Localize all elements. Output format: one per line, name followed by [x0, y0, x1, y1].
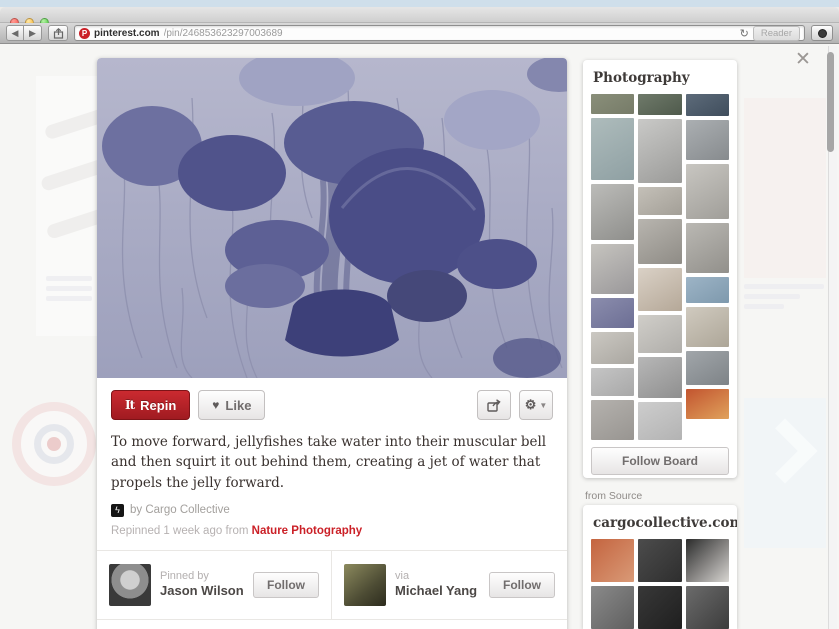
pinner-section: Pinned by Jason Wilson Follow via Michae…: [97, 551, 567, 619]
board-thumbnail[interactable]: [686, 277, 729, 303]
board-thumbnail[interactable]: [686, 351, 729, 385]
repin-button[interactable]: Ⅰt Repin: [111, 390, 190, 420]
pinned-by-block[interactable]: Pinned by Jason Wilson Follow: [97, 551, 332, 619]
address-bar[interactable]: P pinterest.com /pin/246853623297003689 …: [74, 25, 805, 41]
pinner-avatar[interactable]: [109, 564, 151, 606]
board-thumbnail[interactable]: [686, 389, 729, 419]
send-pin-button[interactable]: [477, 390, 511, 420]
board-thumbnail[interactable]: [638, 187, 681, 215]
back-button[interactable]: ◀: [6, 25, 24, 41]
bolt-icon: ϟ: [111, 504, 124, 517]
like-button[interactable]: ♥ Like: [198, 390, 265, 420]
board-thumbnail[interactable]: [591, 298, 634, 328]
window-titlebar[interactable]: [0, 7, 839, 23]
scrollbar-thumb[interactable]: [827, 52, 834, 152]
extension-button[interactable]: [811, 25, 833, 41]
via-block[interactable]: via Michael Yang Follow: [332, 551, 567, 619]
source-title[interactable]: cargocollective.com: [593, 515, 727, 531]
board-thumbnail[interactable]: [638, 357, 681, 398]
from-source-label: from Source: [585, 490, 642, 502]
scrollbar-track[interactable]: [828, 46, 837, 629]
pin-description: To move forward, jellyfishes take water …: [97, 430, 567, 493]
source-grid: [591, 539, 729, 629]
extension-icon: [818, 29, 827, 38]
pin-options-button[interactable]: ⚙▼: [519, 390, 553, 420]
source-thumbnail[interactable]: [638, 586, 681, 629]
board-thumbnail[interactable]: [591, 368, 634, 396]
board-thumbnail[interactable]: [638, 402, 681, 440]
url-domain: pinterest.com: [94, 28, 160, 39]
repinned-line: Repinned 1 week ago from Nature Photogra…: [111, 525, 553, 537]
board-thumbnail[interactable]: [686, 307, 729, 347]
heart-icon: ♥: [212, 398, 219, 412]
follow-pinner-button[interactable]: Follow: [253, 572, 319, 598]
board-thumbnail[interactable]: [638, 268, 681, 311]
pin-icon: Ⅰt: [125, 398, 134, 412]
pinner-name[interactable]: Jason Wilson: [160, 583, 244, 600]
board-thumbnail[interactable]: [591, 400, 634, 440]
reader-button[interactable]: Reader: [753, 26, 800, 41]
via-label: via: [395, 569, 477, 583]
pin-action-bar: Ⅰt Repin ♥ Like ⚙▼: [97, 378, 567, 430]
browser-toolbar: ◀ ▶ P pinterest.com /pin/246853623297003…: [0, 23, 839, 44]
board-thumbnail[interactable]: [686, 94, 729, 116]
board-thumbnail[interactable]: [591, 118, 634, 180]
via-avatar[interactable]: [344, 564, 386, 606]
follow-via-button[interactable]: Follow: [489, 572, 555, 598]
board-thumbnail[interactable]: [591, 244, 634, 294]
pin-detail-card: Ⅰt Repin ♥ Like ⚙▼ To move forward, jell…: [97, 58, 567, 629]
board-thumbnail[interactable]: [638, 119, 681, 183]
share-arrow-icon: [487, 399, 501, 412]
repin-label: Repin: [140, 398, 176, 413]
source-thumbnail[interactable]: [638, 539, 681, 582]
screenshot-root: ◀ ▶ P pinterest.com /pin/246853623297003…: [0, 0, 839, 629]
attribution-text: by Cargo Collective: [130, 504, 230, 516]
board-title[interactable]: Photography: [593, 70, 727, 86]
pinterest-favicon: P: [79, 28, 90, 39]
source-thumbnail[interactable]: [591, 539, 634, 582]
board-thumbnail[interactable]: [686, 164, 729, 219]
forward-button[interactable]: ▶: [24, 25, 42, 41]
via-name[interactable]: Michael Yang: [395, 583, 477, 600]
share-toolbar-icon[interactable]: [48, 25, 68, 41]
board-thumbnail[interactable]: [686, 223, 729, 273]
board-thumbnail[interactable]: [591, 332, 634, 364]
pinned-by-label: Pinned by: [160, 569, 244, 583]
repinned-prefix: Repinned 1 week ago from: [111, 525, 248, 537]
source-thumbnail[interactable]: [686, 586, 729, 629]
reload-icon[interactable]: ↻: [740, 27, 749, 40]
pin-attribution[interactable]: ϟ by Cargo Collective: [111, 504, 553, 517]
comment-row: Evan Sharp Their senses are primitive an…: [97, 620, 567, 629]
board-thumbnail[interactable]: [638, 219, 681, 264]
source-thumbnail[interactable]: [686, 539, 729, 582]
board-thumbnail[interactable]: [591, 94, 634, 114]
gear-icon: ⚙: [525, 397, 537, 413]
like-label: Like: [225, 398, 251, 413]
board-card: Photography Follow Board: [583, 60, 737, 478]
pin-photo-jellyfish[interactable]: [97, 58, 567, 378]
source-card: cargocollective.com: [583, 505, 737, 629]
board-grid: [591, 94, 729, 440]
board-thumbnail[interactable]: [686, 120, 729, 160]
board-thumbnail[interactable]: [638, 315, 681, 353]
repinned-board-link[interactable]: Nature Photography: [252, 525, 363, 537]
board-thumbnail[interactable]: [591, 184, 634, 240]
caret-down-icon: ▼: [539, 401, 547, 410]
desktop-edge: [0, 0, 839, 7]
board-thumbnail[interactable]: [638, 94, 681, 115]
url-path: /pin/246853623297003689: [164, 28, 736, 39]
follow-board-button[interactable]: Follow Board: [591, 447, 729, 475]
close-modal-button[interactable]: ✕: [795, 48, 811, 71]
source-thumbnail[interactable]: [591, 586, 634, 629]
share-icon: [53, 28, 64, 39]
